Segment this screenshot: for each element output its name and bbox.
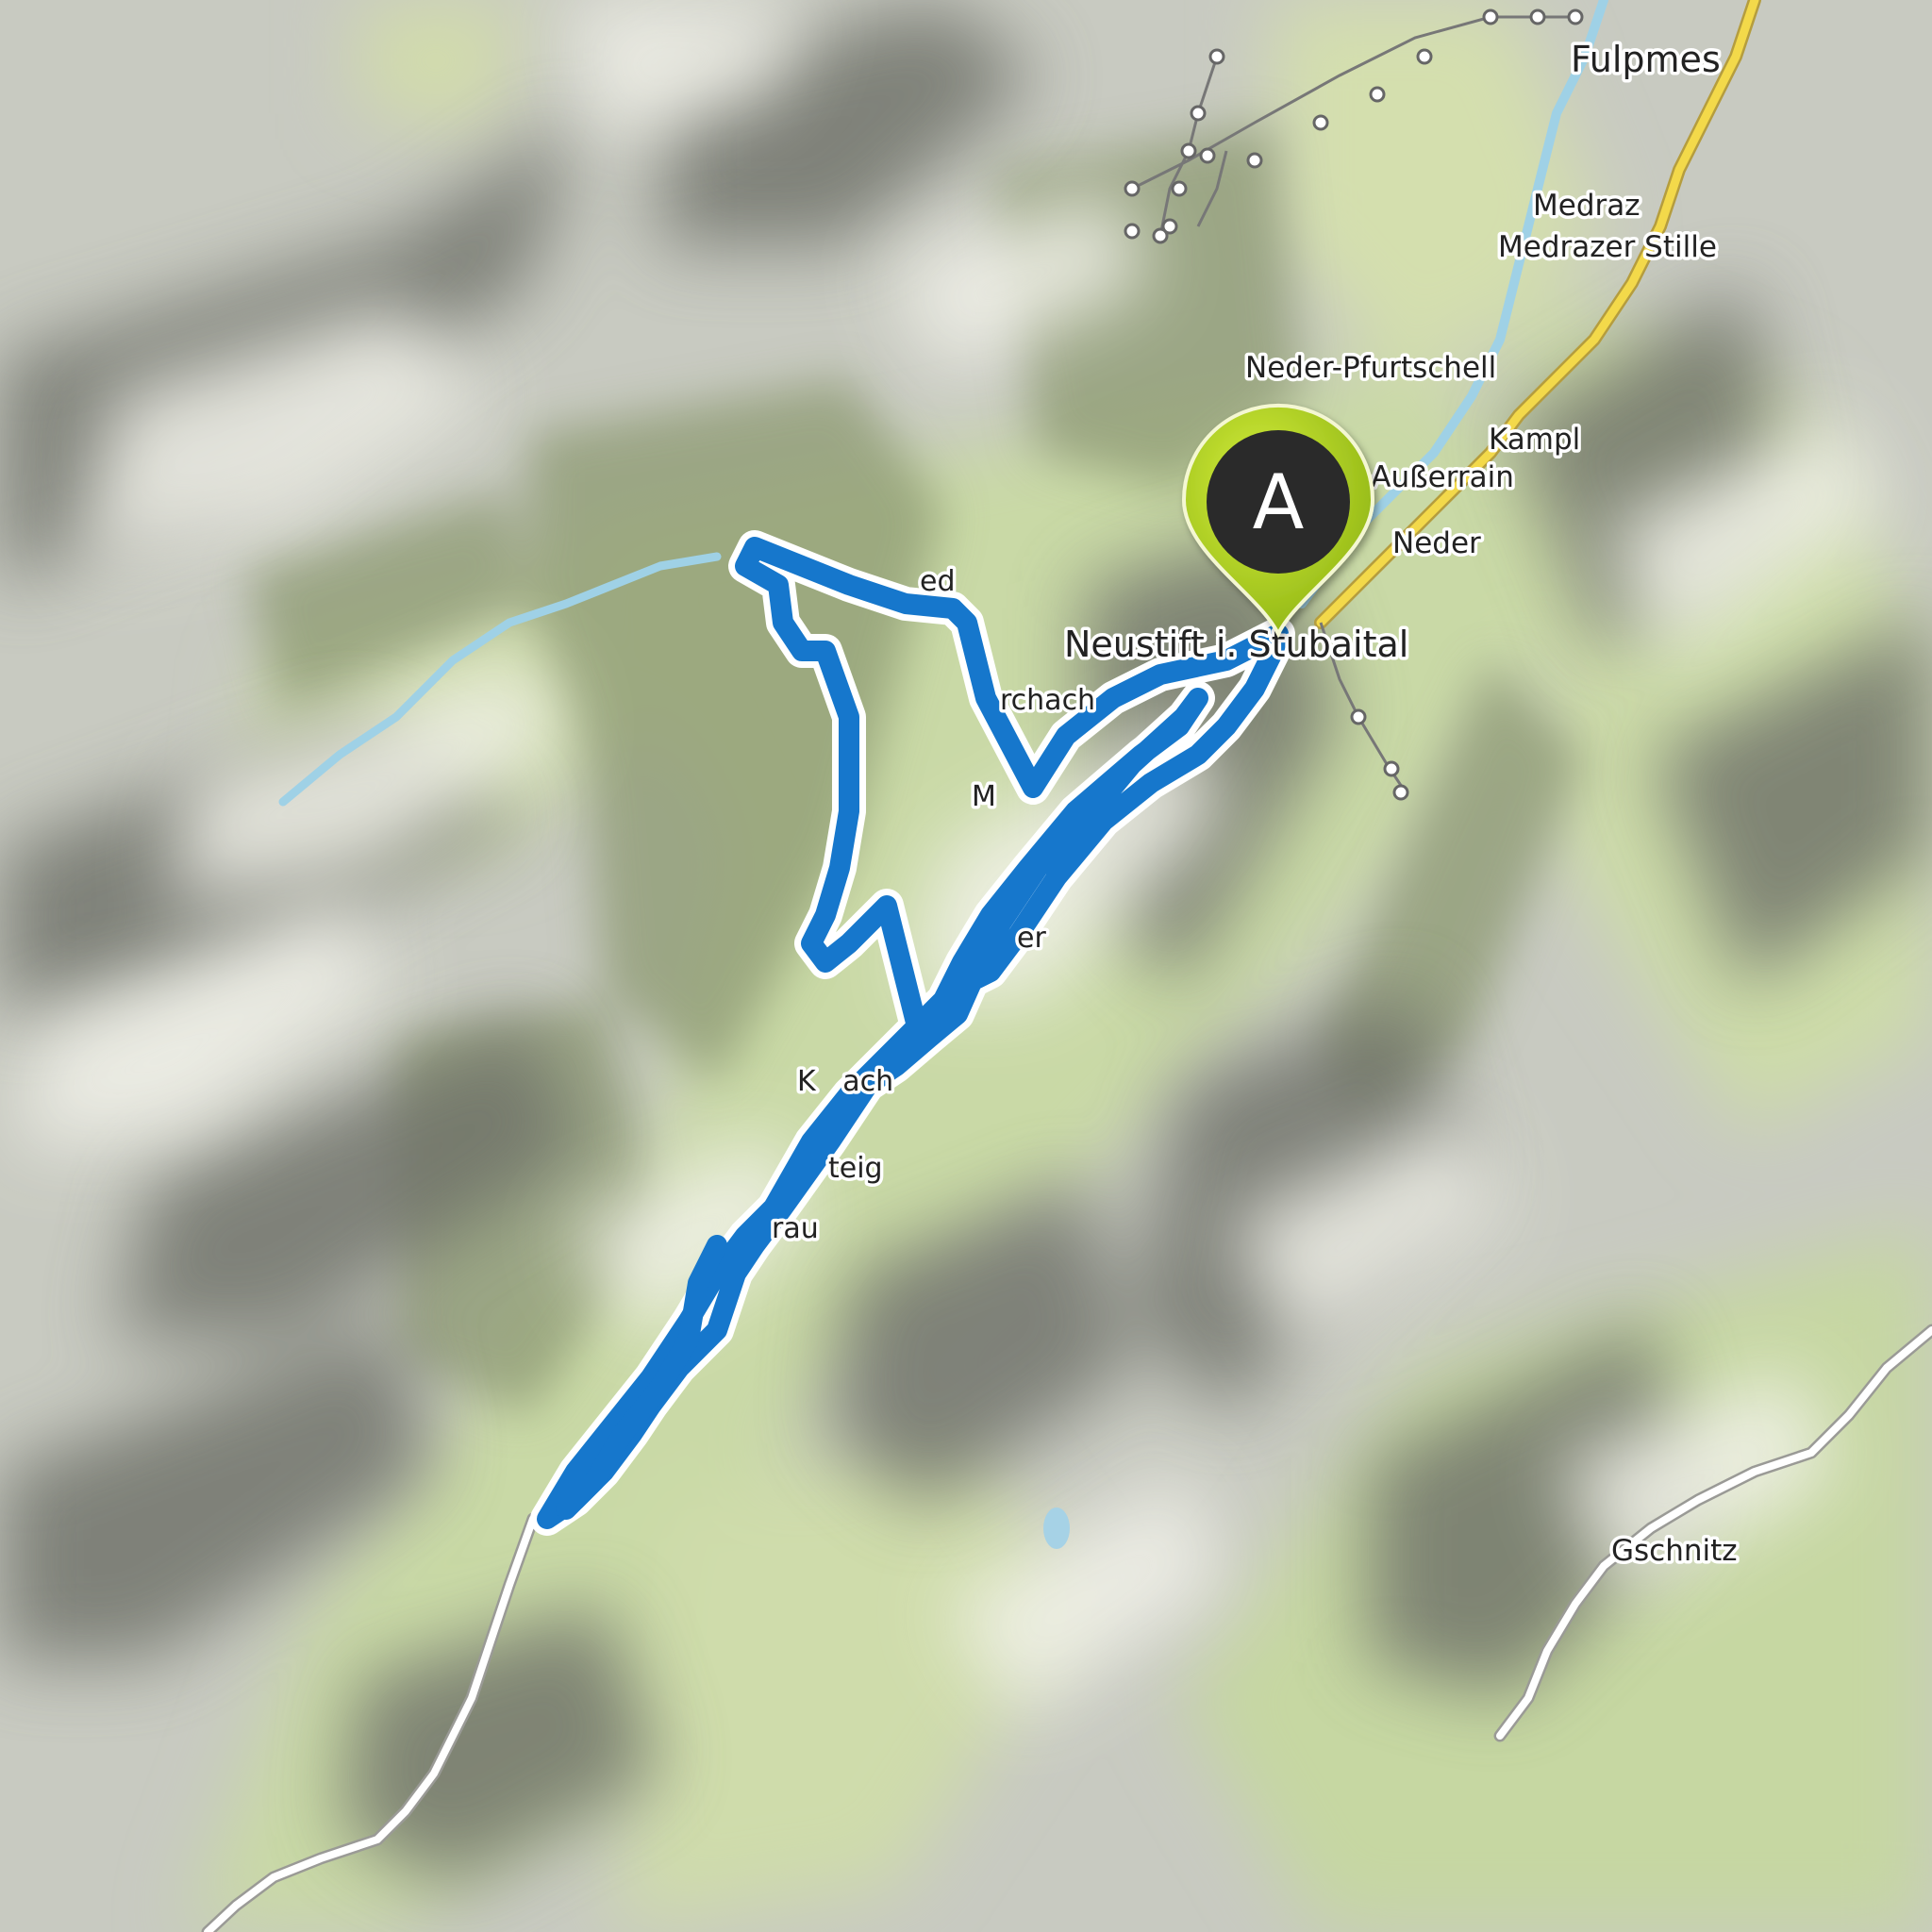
place-label-fulpmes: Fulpmes	[1571, 39, 1721, 80]
place-label-m: M	[972, 780, 996, 813]
place-label-kampl: Kampl	[1489, 423, 1580, 457]
place-label-er: er	[1017, 922, 1046, 955]
place-label-steig: teig	[828, 1152, 883, 1185]
place-label-neder: Neder	[1392, 526, 1481, 560]
map-canvas[interactable]: Fulpmes Medraz Medrazer Stille Neder-Pfu…	[0, 0, 1932, 1932]
start-marker-letter: A	[1253, 458, 1305, 546]
place-label-ried: ed	[920, 565, 956, 598]
place-label-neder-pfurtschell: Neder-Pfurtschell	[1245, 351, 1496, 385]
place-label-urchach: rchach	[1000, 684, 1095, 717]
place-label-krasbach: K ach	[797, 1065, 893, 1098]
place-label-neustift: Neustift i. Stubaital	[1064, 624, 1408, 665]
place-label-rau: rau	[772, 1212, 819, 1245]
place-label-medrazer-stille: Medrazer Stille	[1498, 230, 1717, 264]
lake	[1043, 1507, 1070, 1549]
place-label-ausserrain: r-Außerrain	[1351, 460, 1514, 494]
place-label-medraz: Medraz	[1533, 189, 1641, 223]
place-label-gschnitz: Gschnitz	[1611, 1534, 1738, 1568]
